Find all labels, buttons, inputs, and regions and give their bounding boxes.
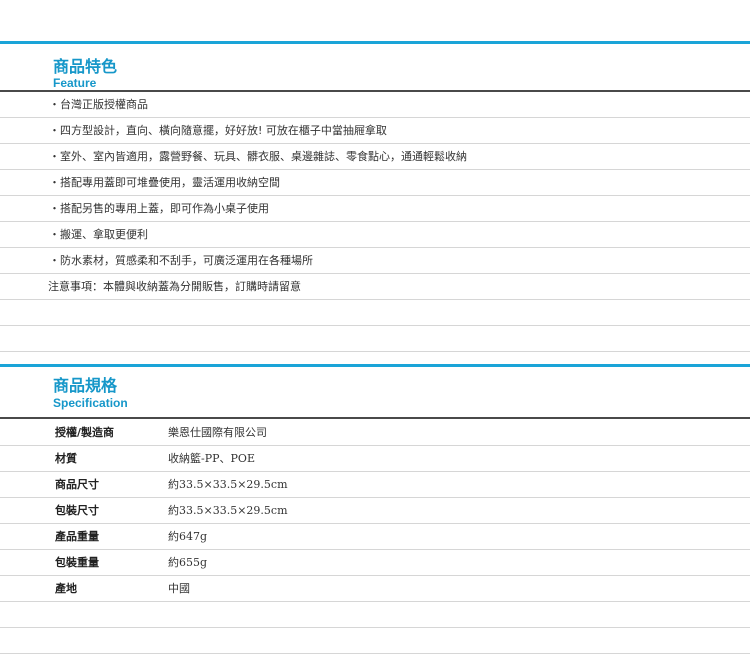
spec-row: 產品重量 約647g bbox=[0, 524, 750, 550]
spec-value: 約33.5×33.5×29.5cm bbox=[168, 478, 288, 491]
spec-label: 產地 bbox=[55, 582, 77, 595]
spec-label: 包裝重量 bbox=[55, 556, 99, 569]
spec-row: 商品尺寸 約33.5×33.5×29.5cm bbox=[0, 472, 750, 498]
feature-subtitle: Feature bbox=[53, 76, 97, 90]
spec-row: 包裝重量 約655g bbox=[0, 550, 750, 576]
feature-item: ・四方型設計，直向、橫向隨意擺，好好放! 可放在櫃子中當抽屜拿取 bbox=[0, 118, 750, 144]
feature-title: 商品特色 bbox=[53, 57, 118, 76]
spec-value: 約655g bbox=[168, 556, 208, 569]
feature-note-row: 注意事項：本體與收納蓋為分開販售，訂購時請留意 bbox=[0, 274, 750, 300]
feature-item: ・台灣正版授權商品 bbox=[0, 92, 750, 118]
spec-value: 約33.5×33.5×29.5cm bbox=[168, 504, 288, 517]
spec-label: 授權/製造商 bbox=[55, 426, 115, 439]
feature-top-rule bbox=[0, 41, 750, 44]
feature-item-text: ・搬運、拿取更便利 bbox=[49, 228, 148, 241]
spec-empty-row bbox=[0, 602, 750, 628]
feature-item-text: ・台灣正版授權商品 bbox=[49, 98, 148, 111]
spec-heading-divider bbox=[0, 417, 750, 419]
feature-empty-row bbox=[0, 300, 750, 326]
feature-item: ・搬運、拿取更便利 bbox=[0, 222, 750, 248]
spec-top-rule bbox=[0, 364, 750, 367]
spec-label: 商品尺寸 bbox=[55, 478, 99, 491]
spec-label: 材質 bbox=[55, 452, 77, 465]
spec-value: 樂恩仕國際有限公司 bbox=[168, 426, 267, 439]
feature-empty-row bbox=[0, 326, 750, 352]
spec-subtitle: Specification bbox=[53, 396, 128, 410]
feature-item: ・室外、室內皆適用，露營野餐、玩具、髒衣服、桌邊雜誌、零食點心，通通輕鬆收納 bbox=[0, 144, 750, 170]
spec-row: 授權/製造商 樂恩仕國際有限公司 bbox=[0, 420, 750, 446]
spec-value: 約647g bbox=[168, 530, 208, 543]
spec-value: 收納籃-PP、POE bbox=[168, 452, 255, 465]
spec-row: 產地 中國 bbox=[0, 576, 750, 602]
spec-value: 中國 bbox=[168, 582, 190, 595]
spec-label: 產品重量 bbox=[55, 530, 99, 543]
feature-note: 注意事項：本體與收納蓋為分開販售，訂購時請留意 bbox=[48, 280, 301, 293]
feature-item-text: ・搭配專用蓋即可堆疊使用，靈活運用收納空間 bbox=[49, 176, 280, 189]
spec-empty-row bbox=[0, 628, 750, 654]
feature-item-text: ・四方型設計，直向、橫向隨意擺，好好放! 可放在櫃子中當抽屜拿取 bbox=[49, 124, 387, 137]
feature-item: ・搭配專用蓋即可堆疊使用，靈活運用收納空間 bbox=[0, 170, 750, 196]
feature-item-text: ・搭配另售的專用上蓋，即可作為小桌子使用 bbox=[49, 202, 269, 215]
feature-item-text: ・室外、室內皆適用，露營野餐、玩具、髒衣服、桌邊雜誌、零食點心，通通輕鬆收納 bbox=[49, 150, 467, 163]
spec-title: 商品規格 bbox=[53, 376, 118, 395]
feature-item: ・防水素材，質感柔和不刮手，可廣泛運用在各種場所 bbox=[0, 248, 750, 274]
feature-item: ・搭配另售的專用上蓋，即可作為小桌子使用 bbox=[0, 196, 750, 222]
spec-label: 包裝尺寸 bbox=[55, 504, 99, 517]
spec-row: 材質 收納籃-PP、POE bbox=[0, 446, 750, 472]
spec-row: 包裝尺寸 約33.5×33.5×29.5cm bbox=[0, 498, 750, 524]
feature-item-text: ・防水素材，質感柔和不刮手，可廣泛運用在各種場所 bbox=[49, 254, 313, 267]
